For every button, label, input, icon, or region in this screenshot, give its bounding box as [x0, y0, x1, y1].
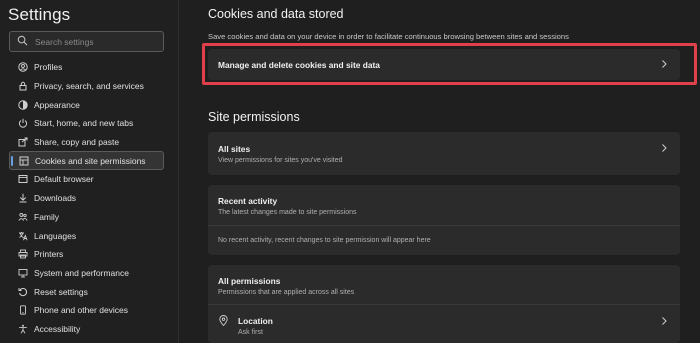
- sidebar-item-cookies[interactable]: Cookies and site permissions: [9, 151, 164, 171]
- cookies-section-description: Save cookies and data on your device in …: [208, 32, 569, 41]
- appearance-icon: [18, 100, 28, 110]
- languages-icon: [18, 231, 28, 241]
- all-permissions-title: All permissions: [218, 276, 281, 286]
- sidebar: Settings Profiles Privacy, search, and s…: [0, 0, 179, 343]
- settings-title: Settings: [8, 5, 71, 24]
- sidebar-item-share[interactable]: Share, copy and paste: [9, 133, 164, 152]
- sidebar-item-label: Reset settings: [34, 286, 88, 297]
- recent-activity-title: Recent activity: [218, 196, 278, 206]
- sidebar-nav: Profiles Privacy, search, and services A…: [9, 58, 164, 338]
- download-icon: [18, 193, 28, 203]
- chevron-right-icon: [662, 60, 667, 68]
- sidebar-item-reset[interactable]: Reset settings: [9, 282, 164, 301]
- sidebar-item-family[interactable]: Family: [9, 208, 164, 227]
- divider: [208, 225, 680, 226]
- power-icon: [18, 118, 28, 129]
- manage-cookies-button[interactable]: Manage and delete cookies and site data: [208, 49, 680, 80]
- sidebar-item-default-browser[interactable]: Default browser: [9, 170, 164, 189]
- cookies-icon: [19, 156, 29, 166]
- sidebar-item-system[interactable]: System and performance: [9, 264, 164, 283]
- recent-activity-empty-text: No recent activity, recent changes to si…: [218, 237, 431, 244]
- site-permissions-title: Site permissions: [208, 110, 300, 124]
- sidebar-item-label: System and performance: [34, 267, 129, 278]
- main-content: Cookies and data stored Save cookies and…: [180, 0, 700, 343]
- sidebar-item-label: Cookies and site permissions: [35, 155, 146, 166]
- share-icon: [18, 137, 28, 147]
- location-title: Location: [238, 316, 273, 326]
- browser-icon: [18, 174, 28, 184]
- sidebar-item-downloads[interactable]: Downloads: [9, 189, 164, 208]
- sidebar-item-label: Printers: [34, 249, 64, 260]
- sidebar-item-accessibility[interactable]: Accessibility: [9, 320, 164, 339]
- all-permissions-card: All permissions Permissions that are app…: [208, 265, 680, 343]
- all-sites-button[interactable]: All sites View permissions for sites you…: [208, 132, 680, 175]
- sidebar-item-printers[interactable]: Printers: [9, 245, 164, 264]
- phone-icon: [18, 305, 28, 315]
- location-pin-icon: [219, 315, 228, 326]
- sidebar-item-label: Family: [34, 211, 60, 222]
- sidebar-item-label: Privacy, search, and services: [34, 81, 144, 92]
- sidebar-item-label: Phone and other devices: [34, 305, 129, 316]
- search-input[interactable]: [35, 36, 160, 47]
- printer-icon: [18, 249, 28, 259]
- system-icon: [18, 268, 28, 278]
- sidebar-item-label: Default browser: [34, 174, 94, 185]
- location-subtitle: Ask first: [238, 329, 263, 336]
- family-icon: [18, 212, 28, 222]
- location-permission-item[interactable]: Location Ask first: [208, 305, 680, 343]
- lock-icon: [18, 81, 28, 91]
- sidebar-item-start-home[interactable]: Start, home, and new tabs: [9, 114, 164, 133]
- recent-activity-card: Recent activity The latest changes made …: [208, 185, 680, 255]
- search-box[interactable]: [9, 31, 164, 52]
- sidebar-item-label: Profiles: [34, 62, 63, 73]
- sidebar-item-label: Appearance: [34, 99, 80, 110]
- sidebar-item-label: Start, home, and new tabs: [34, 118, 134, 129]
- reset-icon: [18, 287, 28, 297]
- all-permissions-subtitle: Permissions that are applied across all …: [218, 289, 355, 296]
- sidebar-item-profiles[interactable]: Profiles: [9, 58, 164, 77]
- profile-icon: [18, 62, 28, 73]
- sidebar-item-label: Languages: [34, 230, 77, 241]
- search-icon: [17, 33, 28, 51]
- sidebar-item-label: Accessibility: [34, 323, 81, 334]
- recent-activity-subtitle: The latest changes made to site permissi…: [218, 209, 357, 216]
- sidebar-item-languages[interactable]: Languages: [9, 226, 164, 245]
- all-sites-title: All sites: [218, 144, 251, 154]
- chevron-right-icon: [662, 317, 667, 325]
- sidebar-item-label: Downloads: [34, 193, 77, 204]
- manage-cookies-label: Manage and delete cookies and site data: [218, 60, 380, 70]
- sidebar-item-appearance[interactable]: Appearance: [9, 95, 164, 114]
- cookies-section-title: Cookies and data stored: [208, 7, 344, 21]
- sidebar-item-privacy[interactable]: Privacy, search, and services: [9, 77, 164, 96]
- accessibility-icon: [18, 324, 28, 334]
- all-sites-subtitle: View permissions for sites you've visite…: [218, 157, 343, 164]
- chevron-right-icon: [662, 144, 667, 152]
- sidebar-item-label: Share, copy and paste: [34, 137, 120, 148]
- sidebar-item-phone[interactable]: Phone and other devices: [9, 301, 164, 320]
